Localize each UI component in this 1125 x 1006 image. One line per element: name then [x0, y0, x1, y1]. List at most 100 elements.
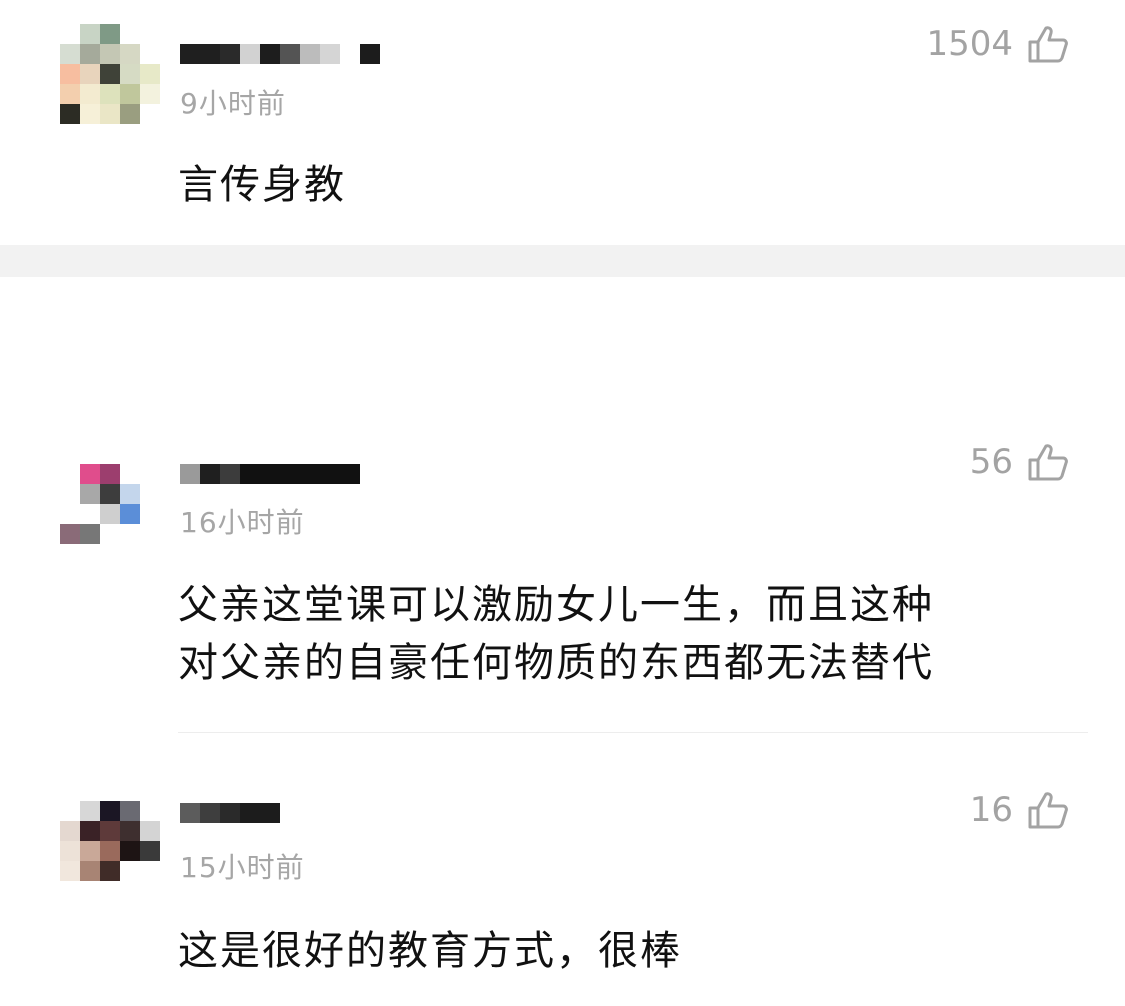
avatar-pixel: [80, 841, 100, 861]
avatar-pixel: [120, 64, 140, 84]
avatar-pixel: [100, 821, 120, 841]
avatar-pixel: [80, 861, 100, 881]
avatar-pixel: [80, 524, 100, 544]
comment-item: 16小时前 56 父亲这堂课可以激励女儿一生，而且这种 对父亲的自豪任何物质的东…: [0, 277, 1125, 737]
avatar-pixel: [120, 881, 140, 901]
avatar-pixel: [120, 821, 140, 841]
comment-text-line: 对父亲的自豪任何物质的东西都无法替代: [178, 640, 934, 686]
username-pixel: [180, 803, 200, 823]
avatar-pixel: [60, 104, 80, 124]
avatar-pixel: [60, 544, 80, 564]
username-pixel: [180, 44, 220, 64]
comment-item: 9小时前 1504 言传身教: [0, 0, 1125, 245]
avatar-pixel: [80, 104, 100, 124]
avatar-pixel: [120, 504, 140, 524]
avatar-pixel: [100, 484, 120, 504]
username-pixel: [320, 44, 340, 64]
avatar-pixel: [80, 44, 100, 64]
avatar-pixel: [100, 504, 120, 524]
avatar-pixel: [120, 24, 140, 44]
username-pixel: [240, 464, 270, 484]
avatar-pixel: [140, 44, 160, 64]
avatar-pixel: [140, 524, 160, 544]
username-pixel: [180, 464, 200, 484]
username-pixel: [260, 44, 280, 64]
avatar-pixel: [60, 821, 80, 841]
avatar-pixel: [100, 24, 120, 44]
comment-item: 15小时前 16 这是很好的教育方式，很棒: [0, 733, 1125, 1006]
username-pixel: [300, 464, 330, 484]
avatar-pixel: [100, 44, 120, 64]
avatar-pixel: [80, 464, 100, 484]
avatar-pixel: [120, 544, 140, 564]
section-separator: [0, 245, 1125, 277]
username-pixel: [330, 464, 360, 484]
username-pixel: [240, 803, 260, 823]
comment-time: 15小时前: [180, 851, 305, 884]
like-count: 1504: [926, 24, 1013, 64]
avatar-pixel: [60, 504, 80, 524]
avatar-pixel: [140, 821, 160, 841]
avatar-pixel: [120, 484, 140, 504]
avatar-pixel: [100, 861, 120, 881]
avatar-pixel: [140, 504, 160, 524]
avatar-pixel: [60, 801, 80, 821]
avatar-pixel: [140, 881, 160, 901]
avatar-pixel: [120, 84, 140, 104]
username[interactable]: [180, 464, 360, 484]
avatar-pixel: [100, 84, 120, 104]
avatar-pixel: [80, 24, 100, 44]
username-pixel: [340, 44, 360, 64]
comment-text: 父亲这堂课可以激励女儿一生，而且这种 对父亲的自豪任何物质的东西都无法替代: [178, 576, 934, 692]
avatar-pixel: [120, 841, 140, 861]
username-pixel: [270, 464, 300, 484]
avatar-pixel: [140, 64, 160, 84]
avatar[interactable]: [60, 801, 160, 901]
username-pixel: [280, 44, 300, 64]
avatar-pixel: [100, 104, 120, 124]
avatar-pixel: [140, 24, 160, 44]
avatar[interactable]: [60, 24, 160, 124]
avatar-pixel: [140, 841, 160, 861]
username-pixel: [300, 44, 320, 64]
avatar-pixel: [80, 484, 100, 504]
avatar-pixel: [100, 881, 120, 901]
avatar-pixel: [80, 84, 100, 104]
thumbs-up-icon: [1028, 26, 1068, 63]
avatar-pixel: [120, 801, 140, 821]
avatar-pixel: [80, 64, 100, 84]
avatar[interactable]: [60, 464, 160, 564]
comment-text-line: 父亲这堂课可以激励女儿一生，而且这种: [178, 582, 934, 628]
avatar-pixel: [60, 841, 80, 861]
avatar-pixel: [80, 821, 100, 841]
username[interactable]: [180, 803, 280, 823]
avatar-pixel: [60, 524, 80, 544]
username-pixel: [220, 44, 240, 64]
avatar-pixel: [80, 504, 100, 524]
avatar-pixel: [60, 24, 80, 44]
comment-text: 这是很好的教育方式，很棒: [178, 928, 682, 974]
avatar-pixel: [80, 881, 100, 901]
comment-text: 言传身教: [178, 162, 346, 208]
like-button[interactable]: 16: [970, 790, 1069, 830]
username-pixel: [220, 803, 240, 823]
username[interactable]: [180, 44, 380, 64]
avatar-pixel: [140, 861, 160, 881]
avatar-pixel: [120, 861, 140, 881]
avatar-pixel: [100, 524, 120, 544]
username-pixel: [260, 803, 280, 823]
avatar-pixel: [60, 484, 80, 504]
username-pixel: [200, 464, 220, 484]
avatar-pixel: [100, 544, 120, 564]
avatar-pixel: [140, 544, 160, 564]
avatar-pixel: [60, 464, 80, 484]
avatar-pixel: [100, 841, 120, 861]
avatar-pixel: [60, 44, 80, 64]
avatar-pixel: [60, 64, 80, 84]
like-button[interactable]: 56: [970, 442, 1069, 482]
avatar-pixel: [100, 801, 120, 821]
avatar-pixel: [120, 524, 140, 544]
username-pixel: [360, 44, 380, 64]
like-count: 56: [969, 442, 1013, 482]
like-button[interactable]: 1504: [926, 24, 1069, 64]
